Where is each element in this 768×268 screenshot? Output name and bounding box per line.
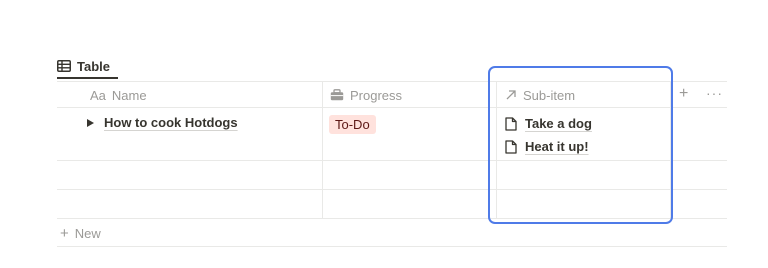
add-new-row-button[interactable]: + New [60, 225, 101, 242]
plus-icon: + [60, 225, 69, 242]
column-header-progress[interactable]: Progress [330, 86, 402, 104]
column-divider [322, 81, 323, 218]
footer-border [57, 246, 727, 247]
status-icon [330, 89, 344, 101]
new-row-label: New [74, 226, 101, 241]
more-options-button[interactable]: ··· [706, 85, 723, 101]
table-row[interactable]: How to cook Hotdogs [86, 115, 238, 130]
table-view-tab[interactable]: Table [57, 52, 110, 80]
column-header-label: Progress [350, 87, 403, 103]
text-icon: Aa [90, 87, 106, 103]
toggle-triangle-icon[interactable] [86, 118, 95, 128]
tab-label: Table [77, 58, 110, 74]
status-badge[interactable]: To-Do [329, 115, 376, 134]
add-property-button[interactable]: + [679, 85, 688, 103]
column-header-label: Name [111, 87, 147, 103]
column-header-name[interactable]: Aa Name [90, 86, 147, 104]
row-title[interactable]: How to cook Hotdogs [104, 115, 238, 130]
active-tab-underline [57, 77, 118, 79]
sub-item-column-highlight [488, 66, 673, 224]
table-icon [57, 60, 71, 72]
